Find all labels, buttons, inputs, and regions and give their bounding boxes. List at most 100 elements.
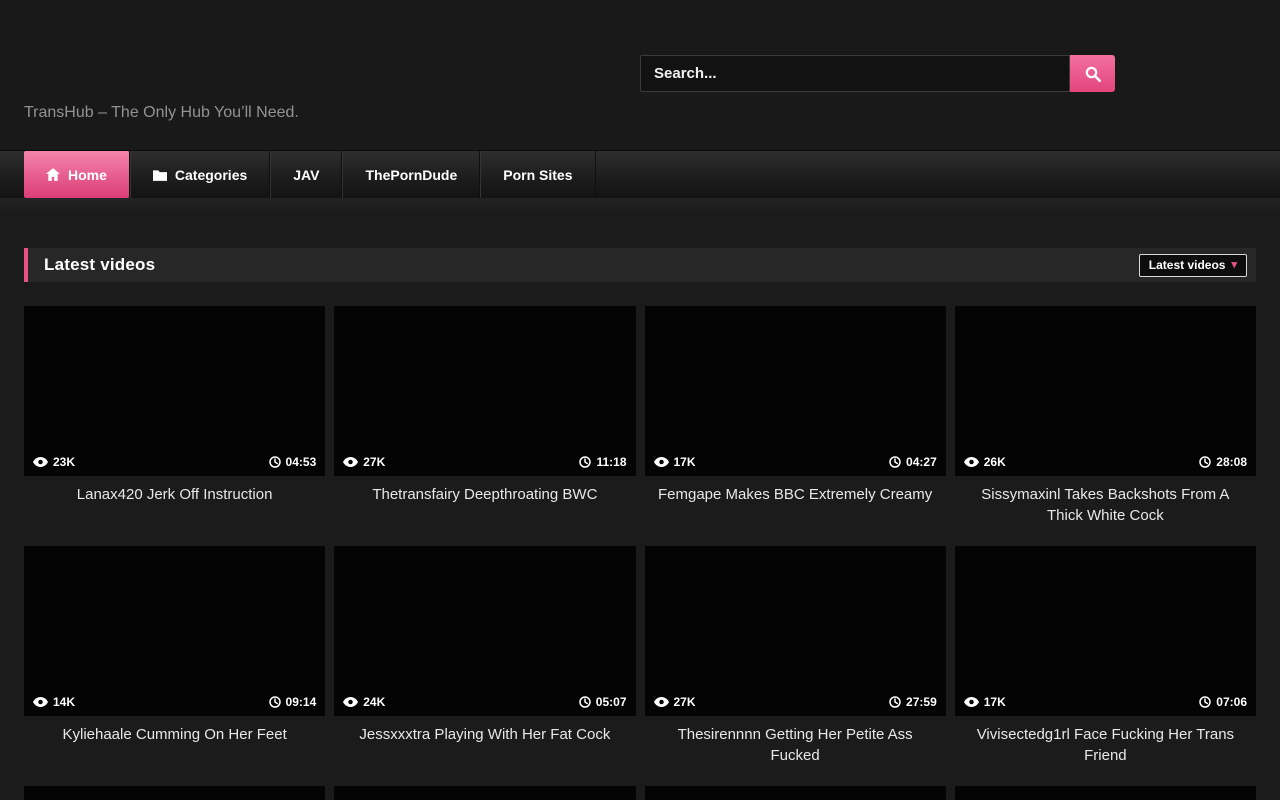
duration-text: 04:27 bbox=[906, 455, 937, 469]
sort-dropdown-button[interactable]: Latest videos ▾ bbox=[1139, 254, 1247, 277]
video-title[interactable]: Jessxxxtra Playing With Her Fat Cock bbox=[334, 724, 635, 745]
view-count: 24K bbox=[363, 695, 385, 709]
video-title[interactable]: Lanax420 Jerk Off Instruction bbox=[24, 484, 325, 505]
duration-text: 04:53 bbox=[286, 455, 317, 469]
search-icon bbox=[1084, 65, 1102, 83]
video-meta: 24K 05:07 bbox=[343, 695, 626, 709]
video-thumbnail[interactable] bbox=[24, 786, 325, 800]
video-meta: 27K 11:18 bbox=[343, 455, 626, 469]
clock-icon bbox=[579, 456, 591, 468]
view-count: 17K bbox=[674, 455, 696, 469]
eye-icon bbox=[33, 697, 48, 707]
view-count: 27K bbox=[674, 695, 696, 709]
chevron-down-icon: ▾ bbox=[1231, 260, 1237, 271]
video-thumbnail[interactable]: 27K 27:59 bbox=[645, 546, 946, 716]
video-card-partial[interactable] bbox=[955, 786, 1256, 800]
video-title[interactable]: Vivisectedg1rl Face Fucking Her Trans Fr… bbox=[955, 724, 1256, 766]
view-count: 26K bbox=[984, 455, 1006, 469]
duration-text: 07:06 bbox=[1216, 695, 1247, 709]
video-title[interactable]: Kyliehaale Cumming On Her Feet bbox=[24, 724, 325, 745]
video-thumbnail[interactable] bbox=[955, 786, 1256, 800]
video-card[interactable]: 23K 04:53 Lanax420 Jerk Off Instruction bbox=[24, 306, 325, 546]
video-thumbnail[interactable]: 24K 05:07 bbox=[334, 546, 635, 716]
nav-label: Categories bbox=[175, 167, 247, 183]
video-title[interactable]: Femgape Makes BBC Extremely Creamy bbox=[645, 484, 946, 505]
eye-icon bbox=[343, 697, 358, 707]
video-meta: 26K 28:08 bbox=[964, 455, 1247, 469]
search-input[interactable] bbox=[640, 55, 1070, 92]
section-header: Latest videos Latest videos ▾ bbox=[24, 248, 1256, 282]
video-card[interactable]: 27K 27:59 Thesirennnn Getting Her Petite… bbox=[645, 546, 946, 786]
video-thumbnail[interactable]: 27K 11:18 bbox=[334, 306, 635, 476]
video-card-partial[interactable] bbox=[24, 786, 325, 800]
video-card-partial[interactable] bbox=[645, 786, 946, 800]
clock-icon bbox=[889, 696, 901, 708]
nav-label: Porn Sites bbox=[503, 167, 572, 183]
duration-text: 05:07 bbox=[596, 695, 627, 709]
nav-label: ThePornDude bbox=[365, 167, 457, 183]
main-content: Latest videos Latest videos ▾ 23K bbox=[0, 248, 1280, 800]
view-count: 17K bbox=[984, 695, 1006, 709]
clock-icon bbox=[889, 456, 901, 468]
search-button[interactable] bbox=[1070, 55, 1115, 92]
video-card-partial[interactable] bbox=[334, 786, 635, 800]
clock-icon bbox=[269, 456, 281, 468]
video-card[interactable]: 17K 04:27 Femgape Makes BBC Extremely Cr… bbox=[645, 306, 946, 546]
video-meta: 17K 04:27 bbox=[654, 455, 937, 469]
video-thumbnail[interactable] bbox=[645, 786, 946, 800]
video-card[interactable]: 14K 09:14 Kyliehaale Cumming On Her Feet bbox=[24, 546, 325, 786]
video-meta: 27K 27:59 bbox=[654, 695, 937, 709]
eye-icon bbox=[964, 697, 979, 707]
duration: 07:06 bbox=[1199, 695, 1247, 709]
search-form bbox=[640, 55, 1115, 92]
views: 17K bbox=[654, 455, 696, 469]
views: 27K bbox=[654, 695, 696, 709]
eye-icon bbox=[654, 697, 669, 707]
clock-icon bbox=[579, 696, 591, 708]
video-title[interactable]: Sissymaxinl Takes Backshots From A Thick… bbox=[955, 484, 1256, 526]
duration: 28:08 bbox=[1199, 455, 1247, 469]
duration: 04:27 bbox=[889, 455, 937, 469]
nav-item-porn-sites[interactable]: Porn Sites bbox=[480, 151, 595, 198]
duration: 05:07 bbox=[579, 695, 627, 709]
video-card[interactable]: 17K 07:06 Vivisectedg1rl Face Fucking He… bbox=[955, 546, 1256, 786]
video-thumbnail[interactable] bbox=[334, 786, 635, 800]
clock-icon bbox=[1199, 456, 1211, 468]
video-thumbnail[interactable]: 14K 09:14 bbox=[24, 546, 325, 716]
video-title[interactable]: Thetransfairy Deepthroating BWC bbox=[334, 484, 635, 505]
views: 27K bbox=[343, 455, 385, 469]
duration-text: 27:59 bbox=[906, 695, 937, 709]
views: 26K bbox=[964, 455, 1006, 469]
nav-item-theporndude[interactable]: ThePornDude bbox=[342, 151, 480, 198]
sort-label: Latest videos bbox=[1149, 258, 1226, 272]
views: 23K bbox=[33, 455, 75, 469]
video-card[interactable]: 26K 28:08 Sissymaxinl Takes Backshots Fr… bbox=[955, 306, 1256, 546]
views: 17K bbox=[964, 695, 1006, 709]
duration-text: 11:18 bbox=[596, 455, 626, 469]
view-count: 14K bbox=[53, 695, 75, 709]
views: 24K bbox=[343, 695, 385, 709]
nav-item-jav[interactable]: JAV bbox=[270, 151, 342, 198]
video-thumbnail[interactable]: 23K 04:53 bbox=[24, 306, 325, 476]
duration: 11:18 bbox=[579, 455, 626, 469]
duration-text: 28:08 bbox=[1216, 455, 1247, 469]
nav-item-categories[interactable]: Categories bbox=[130, 151, 270, 198]
view-count: 23K bbox=[53, 455, 75, 469]
duration: 09:14 bbox=[269, 695, 317, 709]
nav-label: JAV bbox=[293, 167, 319, 183]
folder-icon bbox=[153, 169, 167, 181]
video-thumbnail[interactable]: 17K 04:27 bbox=[645, 306, 946, 476]
nav-item-home[interactable]: Home bbox=[24, 151, 130, 198]
home-icon bbox=[46, 168, 60, 181]
eye-icon bbox=[33, 457, 48, 467]
section-title: Latest videos bbox=[44, 255, 155, 275]
video-thumbnail[interactable]: 26K 28:08 bbox=[955, 306, 1256, 476]
video-card[interactable]: 27K 11:18 Thetransfairy Deepthroating BW… bbox=[334, 306, 635, 546]
video-card[interactable]: 24K 05:07 Jessxxxtra Playing With Her Fa… bbox=[334, 546, 635, 786]
video-meta: 23K 04:53 bbox=[33, 455, 316, 469]
duration-text: 09:14 bbox=[286, 695, 317, 709]
video-title[interactable]: Thesirennnn Getting Her Petite Ass Fucke… bbox=[645, 724, 946, 766]
video-thumbnail[interactable]: 17K 07:06 bbox=[955, 546, 1256, 716]
clock-icon bbox=[1199, 696, 1211, 708]
eye-icon bbox=[343, 457, 358, 467]
